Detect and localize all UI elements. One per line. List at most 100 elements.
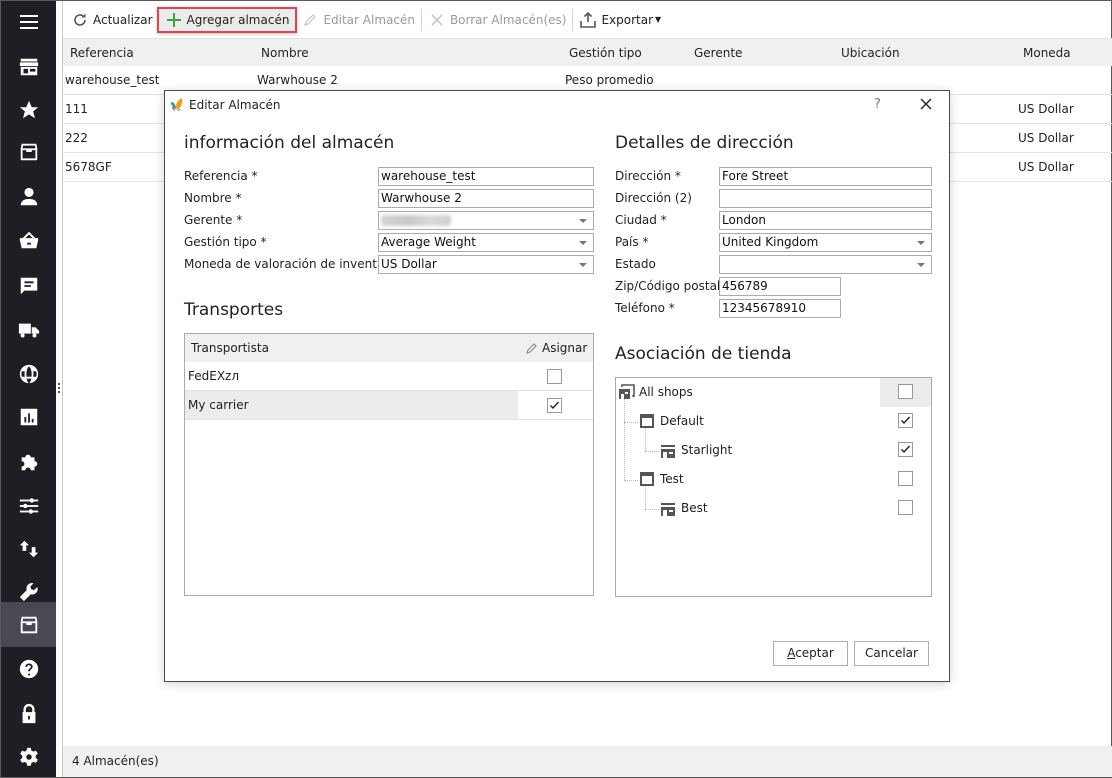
cell-currency: US Dollar — [1018, 102, 1074, 116]
store-icon — [19, 58, 38, 76]
tree-label: Starlight — [681, 443, 733, 457]
refresh-button[interactable]: Actualizar — [67, 7, 157, 33]
chart-icon — [20, 408, 37, 426]
column-header-location[interactable]: Ubicación — [841, 39, 900, 67]
sidebar-item-catalog[interactable] — [1, 131, 56, 173]
shop-checkbox[interactable] — [898, 500, 913, 515]
carrier-row[interactable]: My carrier — [185, 391, 593, 420]
management-type-select[interactable]: Average Weight — [378, 233, 594, 252]
shop-checkbox[interactable] — [898, 384, 913, 399]
cell-currency: US Dollar — [1018, 131, 1074, 145]
edit-warehouse-label: Editar Almacén — [323, 12, 415, 27]
carrier-grid-header: Transportista Asignar — [185, 334, 593, 362]
tree-item-default[interactable]: Default — [616, 407, 931, 436]
reference-input[interactable]: warehouse_test — [378, 167, 594, 186]
sidebar-item-modules[interactable] — [1, 441, 56, 483]
puzzle-icon — [21, 454, 37, 471]
city-input[interactable]: London — [719, 211, 932, 230]
tree-item-all-shops[interactable]: All shops — [616, 378, 931, 407]
assign-checkbox[interactable] — [547, 398, 562, 413]
edit-warehouse-button[interactable]: Editar Almacén — [297, 7, 419, 33]
star-icon — [19, 100, 38, 119]
user-icon — [20, 187, 37, 206]
tree-item-starlight[interactable]: Starlight — [616, 436, 931, 465]
sidebar-item-store[interactable] — [1, 46, 56, 88]
delete-warehouse-button[interactable]: Borrar Almacén(es) — [424, 7, 571, 33]
name-input[interactable]: Warwhouse 2 — [378, 189, 594, 208]
state-select[interactable] — [719, 255, 932, 274]
shop-tree: All shops Default Starlight Test Best — [615, 377, 932, 597]
sidebar-item-customers[interactable] — [1, 176, 56, 218]
sidebar-item-shipping[interactable] — [1, 309, 56, 351]
column-header-management-type[interactable]: Gestión tipo — [569, 39, 642, 67]
export-button[interactable]: Exportar ▼ — [575, 7, 665, 33]
management-type-value: Average Weight — [381, 235, 476, 249]
dialog-title: Editar Almacén — [189, 98, 281, 112]
sidebar-item-import-export[interactable] — [1, 528, 56, 570]
help-button[interactable]: ? — [874, 97, 881, 112]
sidebar-item-stats[interactable] — [1, 396, 56, 438]
country-label: País * — [615, 235, 649, 249]
phone-input[interactable]: 12345678910 — [719, 299, 841, 318]
checkmark-icon — [901, 416, 911, 425]
upload-icon — [579, 11, 597, 29]
zip-input[interactable]: 456789 — [719, 277, 841, 296]
column-header-name[interactable]: Nombre — [261, 39, 309, 67]
zip-label: Zip/Código postal * — [615, 279, 731, 293]
inbox-icon — [20, 143, 37, 161]
pencil-icon — [301, 11, 319, 29]
shop-checkbox[interactable] — [898, 471, 913, 486]
section-title-info: información del almacén — [184, 133, 395, 153]
app-logo-icon — [171, 98, 183, 111]
column-header-reference[interactable]: Referencia — [70, 39, 134, 67]
column-header-manager[interactable]: Gerente — [694, 39, 742, 67]
dropdown-arrow-icon — [579, 219, 587, 223]
add-warehouse-button[interactable]: Agregar almacén — [156, 6, 298, 33]
sidebar-item-localization[interactable] — [1, 353, 56, 395]
section-title-transport: Transportes — [184, 300, 284, 320]
splitter-handle[interactable] — [58, 383, 61, 393]
cell-reference: warehouse_test — [65, 73, 160, 87]
country-select[interactable]: United Kingdom — [719, 233, 932, 252]
column-header-currency[interactable]: Moneda — [1023, 39, 1071, 67]
record-count: 4 Almacén(es) — [72, 754, 159, 768]
carrier-column-header[interactable]: Transportista — [191, 334, 269, 362]
shop-group-icon — [640, 414, 654, 428]
section-title-shops: Asociación de tienda — [615, 344, 792, 364]
cell-reference: 111 — [65, 102, 88, 116]
sidebar-item-help[interactable] — [1, 648, 56, 690]
manager-select[interactable] — [378, 211, 594, 230]
name-label: Nombre * — [184, 191, 242, 205]
section-title-address: Detalles de dirección — [615, 133, 794, 153]
carrier-row[interactable]: FedEXzл — [185, 362, 593, 391]
sidebar-item-messages[interactable] — [1, 265, 56, 307]
currency-label: Moneda de valoración de inventario* — [184, 257, 406, 271]
shop-checkbox[interactable] — [898, 442, 913, 457]
help-icon — [19, 659, 38, 679]
sidebar-item-warehouses[interactable] — [1, 602, 56, 647]
ok-mnemonic: A — [787, 646, 796, 660]
close-dialog-button[interactable] — [918, 96, 934, 112]
shop-icon — [661, 503, 675, 516]
ok-button[interactable]: Aceptar — [773, 641, 848, 666]
sidebar-item-preferences[interactable] — [1, 485, 56, 527]
carrier-name: FedEXzл — [188, 369, 240, 383]
sidebar-item-security[interactable] — [1, 693, 56, 735]
tree-item-best[interactable]: Best — [616, 494, 931, 523]
sidebar-item-favorites[interactable] — [1, 89, 56, 131]
toolbar-separator — [572, 8, 574, 31]
address-input[interactable]: Fore Street — [719, 167, 932, 186]
sidebar-item-settings[interactable] — [1, 736, 56, 778]
assign-checkbox[interactable] — [547, 369, 562, 384]
pencil-icon — [526, 343, 537, 354]
cancel-button[interactable]: Cancelar — [854, 641, 929, 666]
currency-select[interactable]: US Dollar — [378, 255, 594, 274]
menu-button[interactable] — [1, 1, 56, 43]
shop-checkbox[interactable] — [898, 413, 913, 428]
sidebar-item-orders[interactable] — [1, 219, 56, 261]
tree-item-test[interactable]: Test — [616, 465, 931, 494]
assign-column-header[interactable]: Asignar — [542, 334, 587, 362]
address2-input[interactable] — [719, 189, 932, 208]
currency-value: US Dollar — [381, 257, 437, 271]
message-icon — [20, 277, 37, 295]
